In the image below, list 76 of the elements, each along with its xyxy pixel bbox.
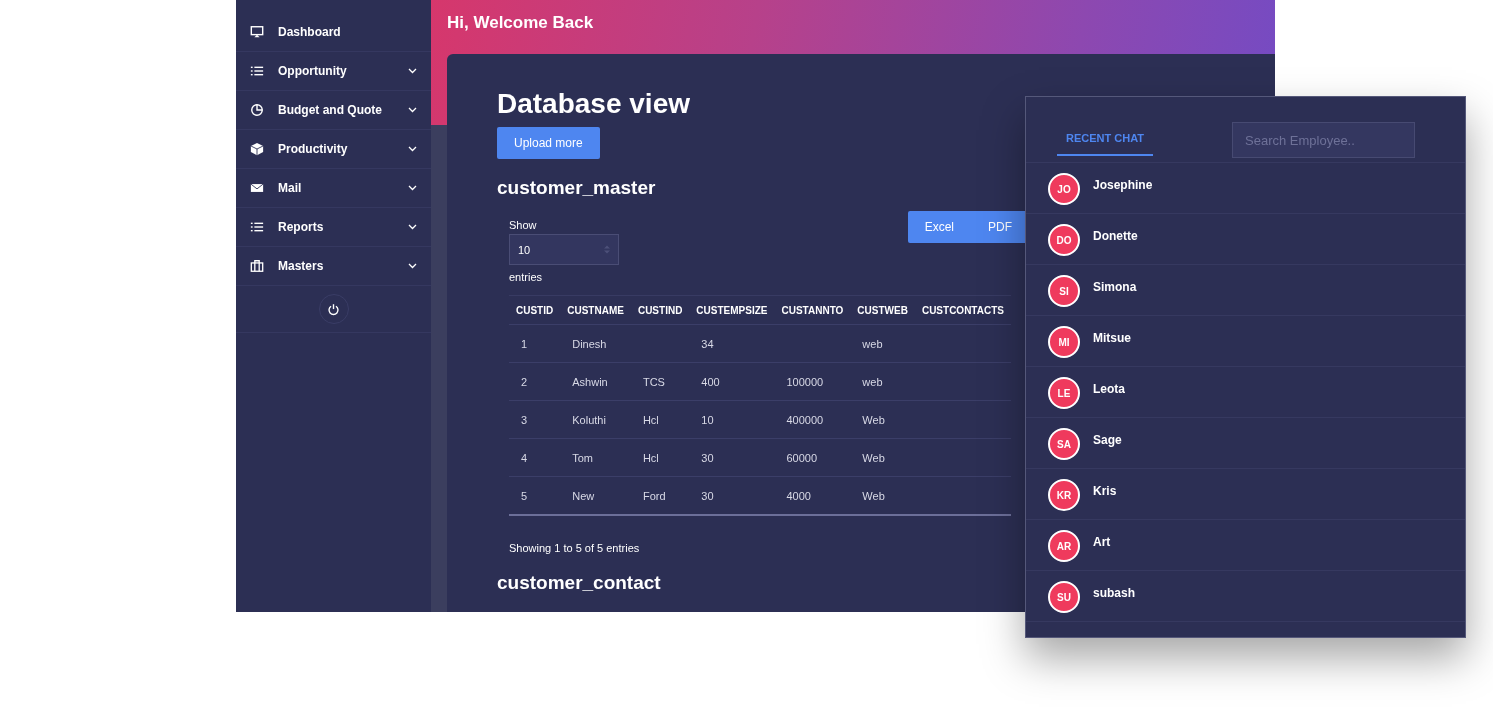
table-cell: Ford bbox=[642, 489, 666, 502]
contact-name[interactable]: Kris bbox=[1093, 484, 1117, 498]
pie-chart-icon bbox=[250, 103, 264, 117]
table-cell: 30 bbox=[701, 451, 714, 464]
avatar: JO bbox=[1048, 173, 1080, 205]
avatar: KR bbox=[1048, 479, 1080, 511]
column-header: CUSTNAME bbox=[560, 295, 631, 325]
contact-name[interactable]: Simona bbox=[1093, 280, 1137, 294]
table-cell: 60000 bbox=[786, 451, 818, 464]
table-cell: 4000 bbox=[786, 489, 811, 502]
power-button[interactable] bbox=[318, 294, 349, 324]
list-icon bbox=[250, 220, 264, 234]
table-cell: 100000 bbox=[786, 375, 824, 388]
column-header: CUSTWEB bbox=[850, 295, 915, 325]
upload-button[interactable]: Upload more bbox=[497, 127, 600, 159]
table-cell: 400 bbox=[701, 375, 720, 388]
section-title: customer_master bbox=[497, 177, 656, 199]
table-cell: Web bbox=[862, 489, 885, 502]
contact-name[interactable]: Art bbox=[1093, 535, 1111, 549]
briefcase-icon bbox=[250, 259, 264, 273]
table-cell: Koluthi bbox=[572, 413, 606, 426]
table-cell: 10 bbox=[701, 413, 714, 426]
envelope-icon bbox=[250, 181, 264, 195]
page-title: Database view bbox=[497, 88, 691, 120]
monitor-icon bbox=[250, 25, 264, 39]
contact-name[interactable]: Leota bbox=[1093, 382, 1125, 396]
avatar: SI bbox=[1048, 275, 1080, 307]
page-size-select[interactable]: 10 bbox=[509, 234, 619, 265]
show-label: Show bbox=[509, 219, 538, 231]
avatar: SA bbox=[1048, 428, 1080, 460]
search-field[interactable]: Search Employee.. bbox=[1232, 122, 1415, 158]
table-cell: 34 bbox=[701, 337, 714, 350]
table-cell: web bbox=[862, 337, 883, 350]
table-cell: 5 bbox=[521, 489, 528, 502]
column-header: CUSTID bbox=[509, 295, 561, 325]
section-title: customer_contact bbox=[497, 572, 661, 594]
welcome-heading: Hi, Welcome Back bbox=[446, 12, 595, 34]
table-cell: 30 bbox=[701, 489, 714, 502]
avatar: SU bbox=[1048, 581, 1080, 613]
table-cell: Web bbox=[862, 413, 885, 426]
export-button[interactable]: Excel bbox=[907, 211, 971, 243]
table-cell: 3 bbox=[521, 413, 528, 426]
avatar: MI bbox=[1048, 326, 1080, 358]
table-cell: 2 bbox=[521, 375, 528, 388]
entries-label: entries bbox=[509, 271, 544, 283]
contact-name[interactable]: Mitsue bbox=[1093, 331, 1131, 345]
avatar: LE bbox=[1048, 377, 1080, 409]
export-button[interactable]: PDF bbox=[971, 211, 1029, 243]
column-header: CUSTANNTO bbox=[774, 295, 851, 325]
contact-name[interactable]: Donette bbox=[1093, 229, 1138, 243]
cube-icon bbox=[250, 142, 264, 156]
column-header: CUSTIND bbox=[630, 295, 690, 325]
table-cell: Tom bbox=[572, 451, 593, 464]
table-cell: Hcl bbox=[642, 451, 659, 464]
column-header: CUSTEMPSIZE bbox=[689, 295, 775, 325]
table-cell: Hcl bbox=[642, 413, 659, 426]
table-cell: Ashwin bbox=[572, 375, 608, 388]
table-cell: Web bbox=[862, 451, 885, 464]
avatar: AR bbox=[1048, 530, 1080, 562]
contact-name[interactable]: Sage bbox=[1093, 433, 1122, 447]
sort-arrows-icon bbox=[604, 245, 610, 254]
table-cell: Dinesh bbox=[572, 337, 607, 350]
table-cell: web bbox=[862, 375, 883, 388]
table-info: Showing 1 to 5 of 5 entries bbox=[509, 542, 640, 554]
power-icon bbox=[327, 302, 340, 316]
column-header: CUSTCONTACTS bbox=[914, 295, 1011, 325]
avatar: DO bbox=[1048, 224, 1080, 256]
table-cell: 4 bbox=[521, 451, 528, 464]
table-cell: New bbox=[572, 489, 595, 502]
contact-name[interactable]: Josephine bbox=[1093, 178, 1153, 192]
table-cell: 400000 bbox=[786, 413, 824, 426]
table-cell: TCS bbox=[642, 375, 665, 388]
contact-name[interactable]: subash bbox=[1093, 586, 1135, 600]
list-icon bbox=[250, 64, 264, 78]
chat-tab[interactable]: RECENT CHAT bbox=[1057, 121, 1153, 156]
table-cell: 1 bbox=[521, 337, 528, 350]
